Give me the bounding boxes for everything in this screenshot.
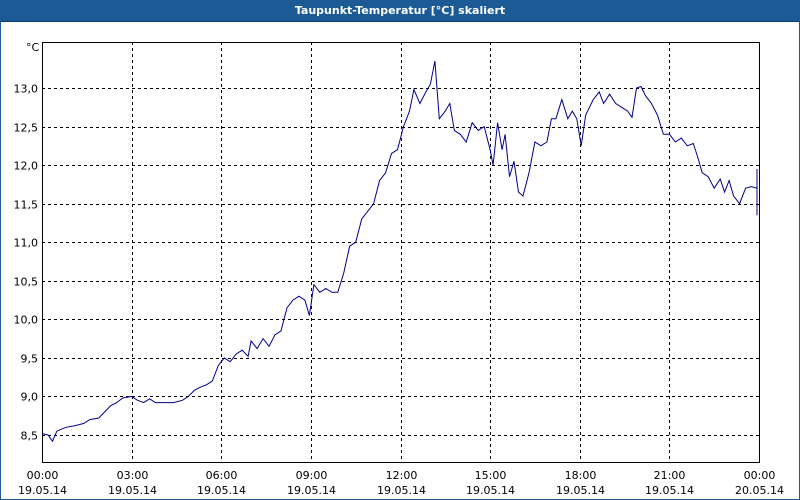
x-tick-date-label: 19.05.14 <box>466 484 515 497</box>
x-tick-date-label: 20.05.14 <box>735 484 784 497</box>
y-tick-label: 12,5 <box>14 122 39 135</box>
y-axis-unit-label: °C <box>26 41 40 54</box>
x-tick-time-label: 18:00 <box>565 469 597 482</box>
y-tick-label: 11,5 <box>14 199 39 212</box>
y-tick-label: 9,0 <box>21 391 39 404</box>
x-tick-time-label: 00:00 <box>27 469 59 482</box>
x-tick-date-label: 19.05.14 <box>197 484 246 497</box>
x-tick-date-label: 19.05.14 <box>287 484 336 497</box>
x-tick-date-label: 19.05.14 <box>377 484 426 497</box>
y-tick-label: 11,0 <box>14 237 39 250</box>
chart-svg: 8,5 9,0 9,5 10,0 10,5 11,0 11,5 12,0 12,5 13,0 00… <box>14 41 784 497</box>
x-tick-time-label: 03:00 <box>117 469 149 482</box>
y-axis-ticks: 8,5 9,0 9,5 10,0 10,5 11,0 11,5 12,0 12,5 13,0 <box>14 83 39 443</box>
y-tick-label: 10,5 <box>14 276 39 289</box>
x-tick-date-label: 19.05.14 <box>645 484 694 497</box>
x-tick-time-label: 09:00 <box>296 469 328 482</box>
y-tick-label: 9,5 <box>21 353 39 366</box>
y-tick-label: 8,5 <box>21 430 39 443</box>
x-axis-ticks: 00:00 19.05.14 03:00 19.05.14 06:00 19.05.14 0… <box>18 469 784 497</box>
x-tick-date-label: 19.05.14 <box>18 484 67 497</box>
dewpoint-series-line <box>41 60 758 443</box>
x-tick-time-label: 00:00 <box>744 469 776 482</box>
x-tick-date-label: 19.05.14 <box>108 484 157 497</box>
chart-window: Taupunkt-Temperatur [°C] skaliert 8,5 9,0… <box>0 0 800 500</box>
y-tick-label: 13,0 <box>14 83 39 96</box>
x-tick-time-label: 21:00 <box>654 469 686 482</box>
y-tick-label: 10,0 <box>14 314 39 327</box>
x-tick-time-label: 06:00 <box>206 469 238 482</box>
x-tick-date-label: 19.05.14 <box>556 484 605 497</box>
y-tick-label: 12,0 <box>14 160 39 173</box>
x-tick-time-label: 12:00 <box>386 469 418 482</box>
x-tick-time-label: 15:00 <box>475 469 507 482</box>
